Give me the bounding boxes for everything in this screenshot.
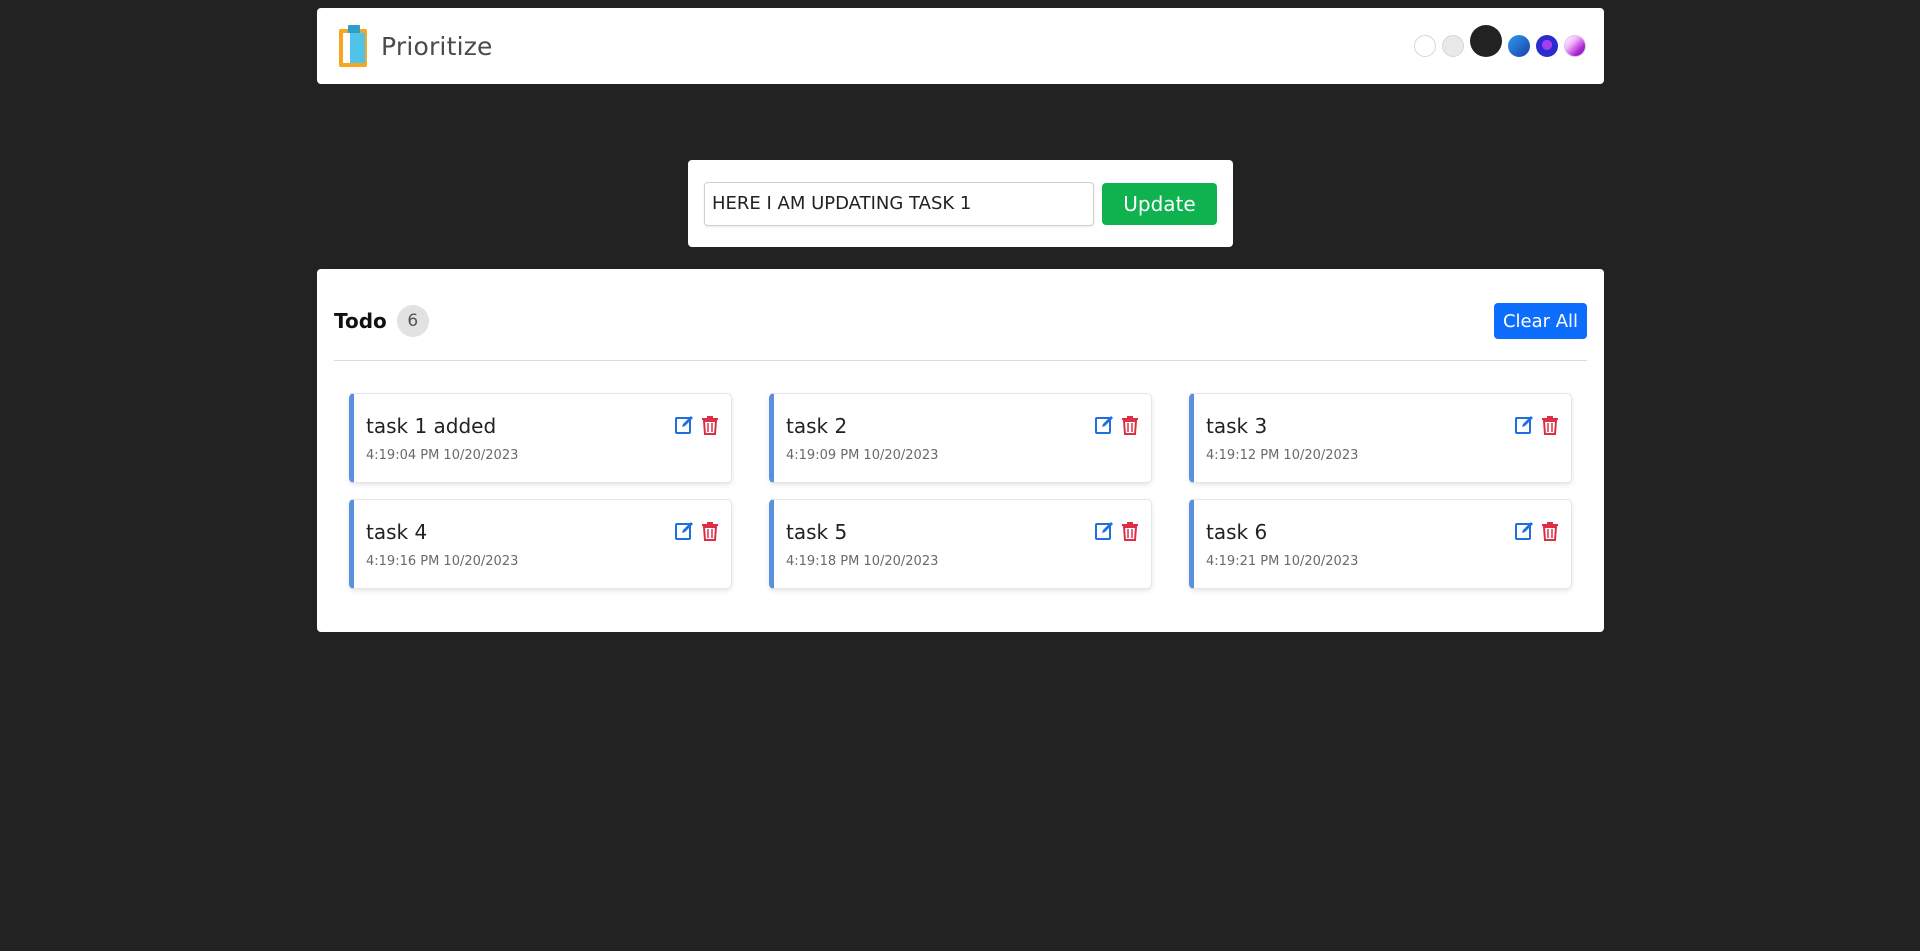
trash-icon[interactable] [700, 521, 720, 541]
task-time: 4:19:21 PM 10/20/2023 [1206, 554, 1359, 569]
trash-icon[interactable] [700, 415, 720, 435]
theme-switcher [1414, 25, 1586, 57]
task-actions [1094, 415, 1140, 435]
todo-count-badge: 6 [396, 305, 429, 337]
theme-purple-button[interactable] [1536, 35, 1558, 57]
task-actions [1094, 521, 1140, 541]
trash-icon[interactable] [1540, 521, 1560, 541]
trash-icon[interactable] [1540, 415, 1560, 435]
task-card: task 4 4:19:16 PM 10/20/2023 [349, 499, 732, 589]
trash-icon[interactable] [1120, 521, 1140, 541]
task-card: task 5 4:19:18 PM 10/20/2023 [769, 499, 1152, 589]
edit-icon[interactable] [674, 415, 694, 435]
edit-icon[interactable] [1514, 521, 1534, 541]
task-form: Update [688, 160, 1233, 247]
task-time: 4:19:18 PM 10/20/2023 [786, 554, 939, 569]
task-time: 4:19:16 PM 10/20/2023 [366, 554, 519, 569]
divider [334, 360, 1587, 361]
task-time: 4:19:04 PM 10/20/2023 [366, 448, 519, 463]
todo-header: Todo 6 Clear All [334, 301, 1587, 341]
theme-light-button[interactable] [1414, 35, 1436, 57]
edit-icon[interactable] [1514, 415, 1534, 435]
theme-dark-button[interactable] [1470, 25, 1502, 57]
task-card: task 1 added 4:19:04 PM 10/20/2023 [349, 393, 732, 483]
task-actions [1514, 521, 1560, 541]
app-title: Prioritize [381, 31, 493, 61]
task-actions [1514, 415, 1560, 435]
theme-gray-button[interactable] [1442, 35, 1464, 57]
theme-blue-button[interactable] [1508, 35, 1530, 57]
task-card: task 3 4:19:12 PM 10/20/2023 [1189, 393, 1572, 483]
todo-panel: Todo 6 Clear All task 1 added 4:19:04 PM… [317, 269, 1604, 632]
task-actions [674, 415, 720, 435]
task-grid: task 1 added 4:19:04 PM 10/20/2023 task … [349, 393, 1574, 589]
clipboard-logo-icon [339, 25, 367, 67]
edit-icon[interactable] [1094, 415, 1114, 435]
task-actions [674, 521, 720, 541]
task-card: task 6 4:19:21 PM 10/20/2023 [1189, 499, 1572, 589]
todo-title: Todo [334, 309, 387, 333]
task-time: 4:19:12 PM 10/20/2023 [1206, 448, 1359, 463]
clear-all-button[interactable]: Clear All [1494, 303, 1587, 339]
task-time: 4:19:09 PM 10/20/2023 [786, 448, 939, 463]
edit-icon[interactable] [674, 521, 694, 541]
update-button[interactable]: Update [1102, 182, 1217, 225]
edit-icon[interactable] [1094, 521, 1114, 541]
task-input[interactable] [704, 181, 1094, 226]
task-card: task 2 4:19:09 PM 10/20/2023 [769, 393, 1152, 483]
app-header: Prioritize [317, 8, 1604, 84]
theme-pink-button[interactable] [1564, 35, 1586, 57]
trash-icon[interactable] [1120, 415, 1140, 435]
